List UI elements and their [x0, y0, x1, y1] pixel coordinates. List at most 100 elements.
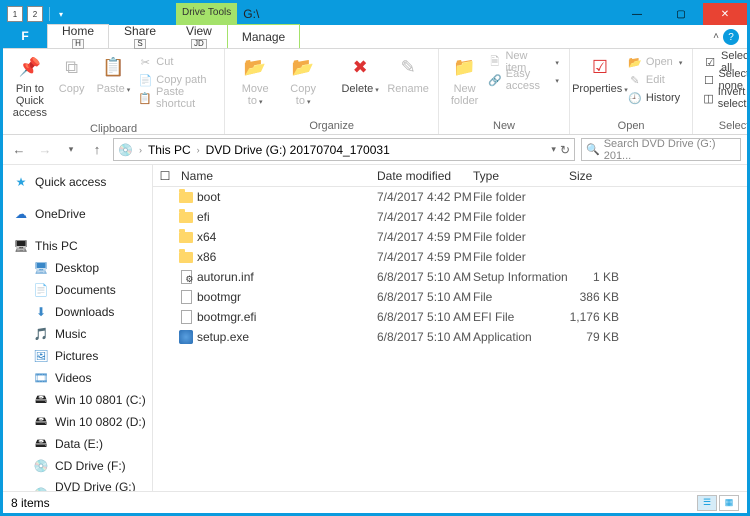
nav-this-pc[interactable]: This PC	[3, 235, 152, 257]
breadcrumb-label: This PC	[148, 143, 191, 157]
column-header-date[interactable]: Date modified	[377, 169, 473, 183]
rename-button[interactable]: ✎Rename	[384, 51, 432, 97]
file-row[interactable]: autorun.inf6/8/2017 5:10 AMSetup Informa…	[153, 267, 747, 287]
qat-dropdown-icon[interactable]: ▾	[56, 6, 66, 22]
forward-button[interactable]: →	[35, 140, 55, 160]
back-button[interactable]: ←	[9, 140, 29, 160]
file-rows: boot7/4/2017 4:42 PMFile folderefi7/4/20…	[153, 187, 747, 491]
nav-drive-d[interactable]: Win 10 0802 (D:)	[3, 411, 152, 433]
file-name: bootmgr.efi	[195, 310, 377, 324]
nav-music[interactable]: Music	[3, 323, 152, 345]
pin-to-quick-access-button[interactable]: 📌 Pin to Quick access	[9, 51, 51, 121]
address-dropdown-icon[interactable]: ▾	[551, 144, 556, 155]
select-none-icon: ☐	[703, 73, 714, 87]
home-tab[interactable]: Home H	[47, 24, 109, 48]
copy-icon: ⧉	[57, 53, 87, 81]
nav-label: Pictures	[55, 349, 98, 363]
refresh-icon[interactable]: ↻	[560, 143, 570, 157]
address-bar[interactable]: › This PC › DVD Drive (G:) 20170704_1700…	[113, 138, 575, 161]
invert-selection-icon: ◫	[703, 91, 713, 105]
nav-onedrive[interactable]: OneDrive	[3, 203, 152, 225]
file-row[interactable]: bootmgr6/8/2017 5:10 AMFile386 KB	[153, 287, 747, 307]
close-button[interactable]: ✕	[703, 3, 747, 25]
file-type: File folder	[473, 250, 569, 264]
file-list-area: ☐ Name Date modified Type Size boot7/4/2…	[153, 165, 747, 491]
recent-locations-button[interactable]: ▾	[61, 140, 81, 160]
select-all-icon: ☑	[703, 55, 717, 69]
file-row[interactable]: x647/4/2017 4:59 PMFile folder	[153, 227, 747, 247]
file-size: 386 KB	[569, 290, 625, 304]
select-all-checkbox[interactable]: ☐	[153, 169, 177, 183]
search-box[interactable]: 🔍 Search DVD Drive (G:) 201...	[581, 138, 741, 161]
nav-pictures[interactable]: Pictures	[3, 345, 152, 367]
file-row[interactable]: boot7/4/2017 4:42 PMFile folder	[153, 187, 747, 207]
column-header-size[interactable]: Size	[569, 169, 625, 183]
manage-tab[interactable]: Manage	[227, 24, 300, 48]
column-header-name[interactable]: Name	[177, 169, 377, 183]
minimize-button[interactable]: —	[615, 3, 659, 25]
qat-item-2[interactable]: 2	[27, 6, 43, 22]
nav-label: Win 10 0801 (C:)	[55, 393, 146, 407]
cut-button[interactable]: ✂Cut	[138, 53, 214, 71]
file-name: bootmgr	[195, 290, 377, 304]
properties-icon: ☑	[585, 53, 615, 81]
new-folder-button[interactable]: 📁New folder	[445, 51, 484, 109]
window-title: G:\	[237, 7, 615, 21]
delete-button[interactable]: ✖Delete	[336, 51, 384, 99]
copy-to-button[interactable]: 📂Copy to	[279, 51, 327, 111]
nav-quick-access[interactable]: Quick access	[3, 171, 152, 193]
history-button[interactable]: 🕘History	[628, 89, 682, 107]
nav-label: Data (E:)	[55, 437, 103, 451]
file-row[interactable]: setup.exe6/8/2017 5:10 AMApplication79 K…	[153, 327, 747, 347]
open-button[interactable]: 📂Open	[628, 53, 682, 71]
move-to-button[interactable]: 📂Move to	[231, 51, 279, 111]
file-tab[interactable]: F	[3, 24, 47, 48]
large-icons-view-button[interactable]: ▦	[719, 495, 739, 511]
nav-label: Documents	[55, 283, 116, 297]
file-row[interactable]: x867/4/2017 4:59 PMFile folder	[153, 247, 747, 267]
file-row[interactable]: efi7/4/2017 4:42 PMFile folder	[153, 207, 747, 227]
qat-item-1[interactable]: 1	[7, 6, 23, 22]
folder-icon	[179, 212, 193, 223]
nav-drive-g[interactable]: DVD Drive (G:) 20	[3, 477, 152, 491]
easy-access-button[interactable]: 🔗Easy access	[488, 71, 559, 89]
copy-button[interactable]: ⧉ Copy	[51, 51, 93, 97]
nav-label: DVD Drive (G:) 20	[55, 480, 152, 491]
paste-shortcut-button[interactable]: 📋Paste shortcut	[138, 89, 214, 107]
invert-selection-button[interactable]: ◫Invert selection	[703, 89, 750, 107]
status-bar: 8 items ☰ ▦	[3, 491, 747, 513]
help-icon[interactable]: ?	[723, 29, 739, 45]
collapse-ribbon-icon[interactable]: ˄	[713, 31, 719, 42]
file-name: efi	[195, 210, 377, 224]
breadcrumb-drive[interactable]: DVD Drive (G:) 20170704_170031	[206, 143, 390, 157]
paste-button[interactable]: 📋 Paste	[93, 51, 135, 99]
nav-drive-c[interactable]: Win 10 0801 (C:)	[3, 389, 152, 411]
maximize-button[interactable]: ▢	[659, 3, 703, 25]
breadcrumb-this-pc[interactable]: This PC	[148, 143, 191, 157]
nav-videos[interactable]: Videos	[3, 367, 152, 389]
up-button[interactable]: ↑	[87, 140, 107, 160]
nav-label: CD Drive (F:)	[55, 459, 126, 473]
file-date: 7/4/2017 4:42 PM	[377, 190, 473, 204]
nav-documents[interactable]: Documents	[3, 279, 152, 301]
ribbon: 📌 Pin to Quick access ⧉ Copy 📋 Paste ✂Cu…	[3, 49, 747, 135]
column-header-type[interactable]: Type	[473, 169, 569, 183]
view-toggles: ☰ ▦	[697, 495, 739, 511]
nav-desktop[interactable]: Desktop	[3, 257, 152, 279]
open-label: Open	[646, 56, 673, 68]
details-view-button[interactable]: ☰	[697, 495, 717, 511]
videos-icon	[33, 370, 49, 386]
ribbon-group-open: ☑Properties 📂Open ✎Edit 🕘History Open	[570, 49, 693, 134]
cloud-icon	[13, 206, 29, 222]
file-row[interactable]: bootmgr.efi6/8/2017 5:10 AMEFI File1,176…	[153, 307, 747, 327]
title-bar: 1 2 ▾ Drive Tools G:\ — ▢ ✕	[3, 3, 747, 25]
share-tab[interactable]: Share S	[109, 24, 171, 48]
nav-label: Music	[55, 327, 86, 341]
view-tab[interactable]: View JD	[171, 24, 227, 48]
edit-button[interactable]: ✎Edit	[628, 71, 682, 89]
nav-drive-e[interactable]: Data (E:)	[3, 433, 152, 455]
star-icon	[13, 174, 29, 190]
nav-drive-f[interactable]: CD Drive (F:)	[3, 455, 152, 477]
properties-button[interactable]: ☑Properties	[576, 51, 624, 99]
nav-downloads[interactable]: Downloads	[3, 301, 152, 323]
